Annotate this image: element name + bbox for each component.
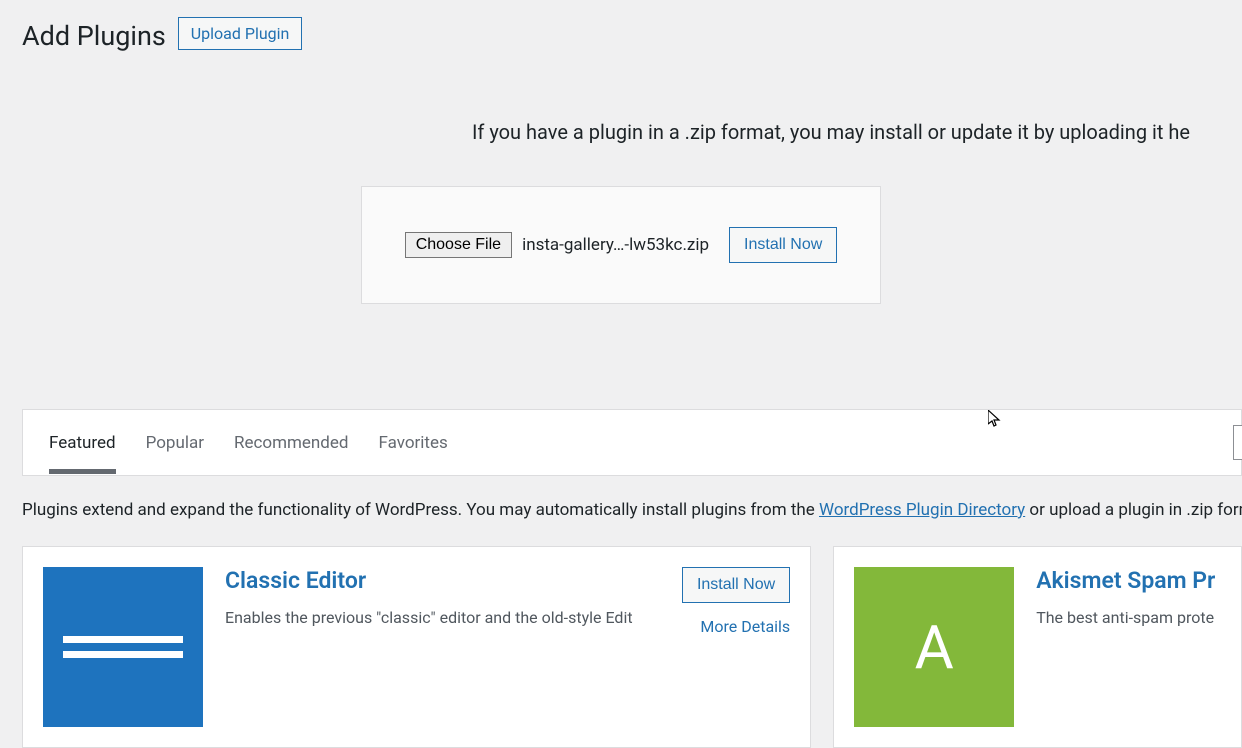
- tab-popular[interactable]: Popular: [146, 413, 204, 473]
- plugin-info: Classic Editor Enables the previous "cla…: [225, 567, 790, 727]
- description-prefix: Plugins extend and expand the functional…: [22, 500, 819, 520]
- tab-featured[interactable]: Featured: [49, 413, 116, 473]
- more-details-link[interactable]: More Details: [682, 617, 790, 636]
- choose-file-button[interactable]: Choose File: [405, 232, 512, 258]
- plugin-directory-link[interactable]: WordPress Plugin Directory: [819, 500, 1025, 520]
- plugins-description: Plugins extend and expand the functional…: [22, 500, 1242, 520]
- plugin-card-akismet: A Akismet Spam Pr The best anti-spam pro…: [833, 546, 1242, 748]
- plugin-title[interactable]: Akismet Spam Pr: [1036, 567, 1221, 594]
- install-now-button[interactable]: Install Now: [729, 227, 837, 263]
- plugin-cards-list: Classic Editor Enables the previous "cla…: [22, 546, 1242, 748]
- search-type-dropdown[interactable]: Keyw: [1233, 425, 1242, 460]
- plugin-tabs-container: Featured Popular Recommended Favorites K…: [22, 409, 1242, 476]
- plugin-icon-classic-editor: [43, 567, 203, 727]
- selected-file-name: insta-gallery…-lw53kc.zip: [522, 235, 709, 255]
- plugin-card-classic-editor: Classic Editor Enables the previous "cla…: [22, 546, 811, 748]
- plugin-tabs: Featured Popular Recommended Favorites K…: [23, 410, 1241, 475]
- tab-favorites[interactable]: Favorites: [379, 413, 448, 473]
- tab-recommended[interactable]: Recommended: [234, 413, 349, 473]
- plugin-description: The best anti-spam prote: [1036, 606, 1221, 630]
- plugin-actions: Install Now More Details: [682, 567, 790, 636]
- upload-instruction: If you have a plugin in a .zip format, y…: [0, 120, 1242, 144]
- plugin-icon-akismet: A: [854, 567, 1014, 727]
- plugin-info: Akismet Spam Pr The best anti-spam prote: [1036, 567, 1221, 727]
- icon-letter: A: [915, 612, 954, 683]
- icon-decoration: [63, 651, 183, 658]
- install-plugin-button[interactable]: Install Now: [682, 567, 790, 603]
- description-suffix: or upload a plugin in .zip format by c: [1025, 500, 1242, 520]
- page-title: Add Plugins: [22, 20, 166, 52]
- upload-form: Choose File insta-gallery…-lw53kc.zip In…: [361, 186, 881, 304]
- upload-plugin-button[interactable]: Upload Plugin: [178, 17, 303, 50]
